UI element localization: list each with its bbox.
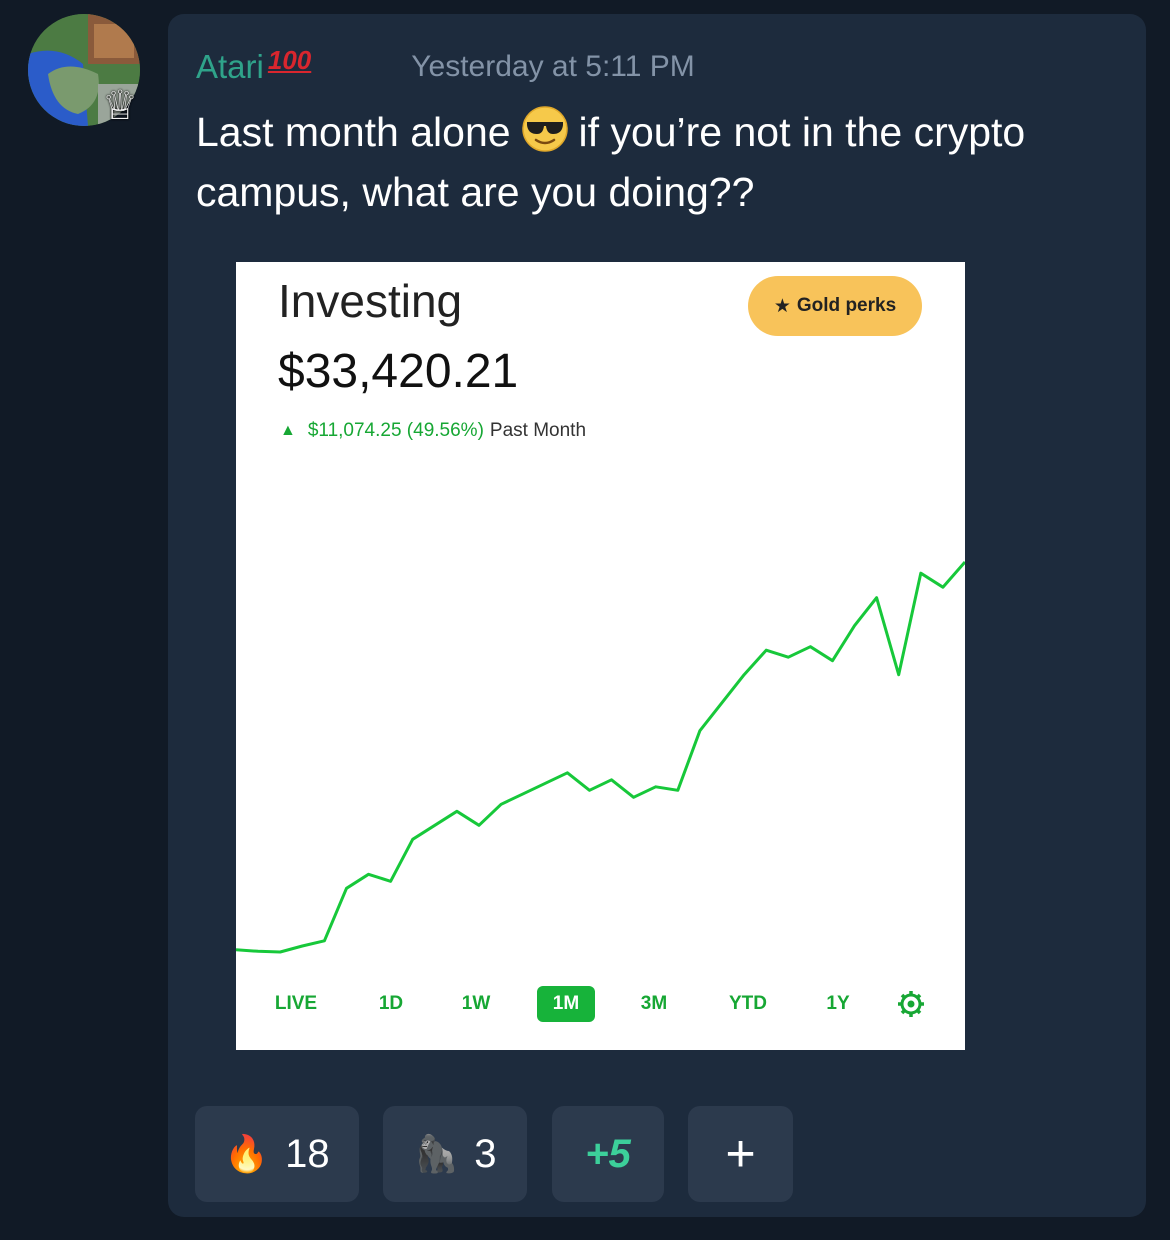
- range-ytd[interactable]: YTD: [718, 986, 778, 1022]
- gain-value: $11,074.25 (49.56%): [307, 420, 484, 441]
- add-reaction-button[interactable]: +: [688, 1106, 793, 1202]
- reaction-count: 3: [474, 1131, 497, 1176]
- gold-perks-button: ★ Gold perks: [748, 276, 922, 336]
- message-timestamp: Yesterday at 5:11 PM: [411, 50, 695, 83]
- portfolio-series-line: [236, 561, 965, 954]
- more-reactions-button[interactable]: +5: [552, 1106, 664, 1202]
- investing-value: $33,420.21: [278, 345, 519, 398]
- username[interactable]: Atari: [196, 48, 264, 86]
- fire-icon: 🔥: [224, 1134, 270, 1175]
- range-selector: LIVE 1D 1W 1M 3M YTD 1Y: [236, 986, 965, 1026]
- range-1m[interactable]: 1M: [537, 986, 595, 1022]
- reaction-fire[interactable]: 🔥 18: [195, 1106, 359, 1202]
- star-icon: ★: [773, 295, 791, 317]
- range-live[interactable]: LIVE: [266, 986, 326, 1022]
- reaction-gorilla[interactable]: 🦍 3: [383, 1106, 527, 1202]
- gear-icon: [898, 991, 924, 1017]
- sunglasses-face-icon: [521, 106, 568, 152]
- investing-title: Investing: [278, 275, 463, 327]
- message-text-part-1: Last month alone: [196, 109, 511, 155]
- more-reactions-label: +5: [585, 1131, 631, 1176]
- gain-label: Past Month: [489, 420, 587, 441]
- message-header: Atari 100 Yesterday at 5:11 PM: [196, 42, 695, 86]
- message-text: Last month alone if you’re not in the cr…: [196, 102, 1136, 222]
- add-reaction-icon: +: [725, 1125, 756, 1183]
- gorilla-icon: 🦍: [413, 1134, 459, 1175]
- attached-image[interactable]: Investing $33,420.21 ★ Gold perks ▲ $11,…: [236, 262, 965, 1050]
- gain-row: ▲ $11,074.25 (49.56%) Past Month: [280, 420, 586, 442]
- crown-icon: ♕: [102, 83, 138, 129]
- portfolio-line-chart: [236, 561, 965, 954]
- hundred-points-icon: 100: [267, 45, 312, 75]
- up-arrow-icon: ▲: [280, 422, 296, 439]
- range-3m[interactable]: 3M: [624, 986, 684, 1022]
- gold-perks-label: Gold perks: [796, 295, 897, 316]
- message-card: Atari 100 Yesterday at 5:11 PM Last mont…: [168, 14, 1146, 1217]
- range-1d[interactable]: 1D: [361, 986, 421, 1022]
- reaction-count: 18: [285, 1131, 330, 1176]
- range-1y[interactable]: 1Y: [808, 986, 868, 1022]
- range-1w[interactable]: 1W: [446, 986, 506, 1022]
